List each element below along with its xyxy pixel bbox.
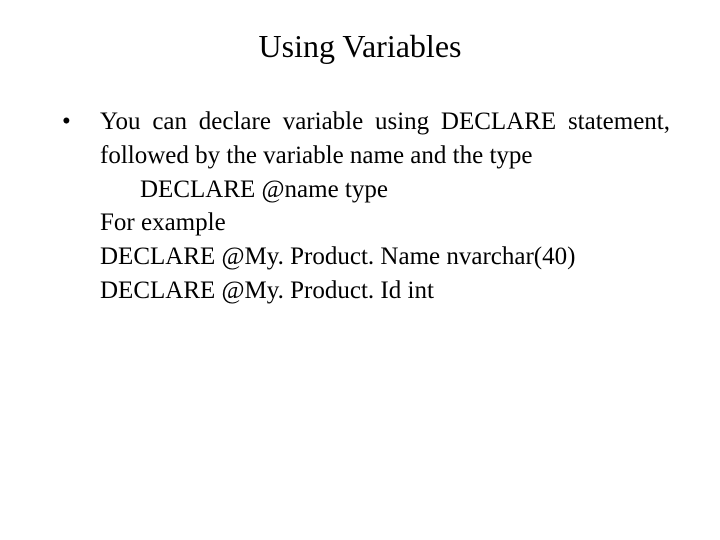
syntax-line: DECLARE @name type xyxy=(140,173,670,207)
example-label: For example xyxy=(100,206,670,240)
example-line-1: DECLARE @My. Product. Name nvarchar(40) xyxy=(100,240,670,274)
slide-body: • You can declare variable using DECLARE… xyxy=(50,105,670,308)
bullet-text: You can declare variable using DECLARE s… xyxy=(100,105,670,173)
bullet-marker: • xyxy=(50,105,100,139)
example-line-2: DECLARE @My. Product. Id int xyxy=(100,274,670,308)
slide-title: Using Variables xyxy=(50,28,670,65)
bullet-item: • You can declare variable using DECLARE… xyxy=(50,105,670,173)
